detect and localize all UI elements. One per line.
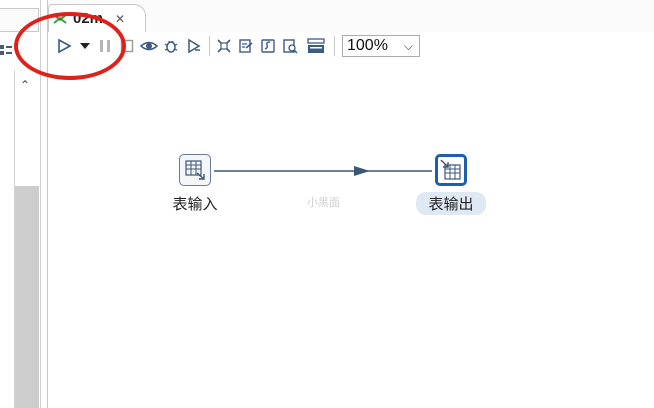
transformation-editor: 02m ✕ 100% ⌵ 表输入 表输出 小黑面 xyxy=(47,0,654,408)
table-output-icon[interactable] xyxy=(435,154,467,186)
step-label: 表输出 xyxy=(416,192,486,215)
hop-arrow-icon xyxy=(354,166,370,176)
close-icon[interactable]: ✕ xyxy=(115,12,125,26)
watermark: 小黑面 xyxy=(307,197,340,209)
left-panel-header xyxy=(0,8,39,32)
impact-icon[interactable] xyxy=(235,34,257,58)
scroll-up-icon[interactable]: ⌃ xyxy=(20,78,30,92)
tab-02m[interactable]: 02m ✕ xyxy=(48,4,146,32)
play-icon[interactable] xyxy=(52,34,76,58)
step-table-input[interactable]: 表输入 xyxy=(162,154,228,215)
transformation-toolbar: 100% ⌵ xyxy=(48,32,654,60)
toolbar-separator xyxy=(334,36,335,56)
replay-icon[interactable] xyxy=(182,34,206,58)
scrollbar-thumb[interactable] xyxy=(15,186,39,408)
eye-icon[interactable] xyxy=(138,34,160,58)
dropdown-arrow-icon[interactable] xyxy=(76,34,94,58)
panel-divider[interactable] xyxy=(40,0,47,408)
left-panel: ⌃ xyxy=(0,0,40,408)
chevron-down-icon: ⌵ xyxy=(403,38,413,53)
left-panel-scrollbar[interactable]: ⌃ xyxy=(14,70,39,408)
sql-icon[interactable] xyxy=(257,34,279,58)
explore-db-icon[interactable] xyxy=(279,34,301,58)
stop-icon[interactable] xyxy=(116,34,138,58)
verify-icon[interactable] xyxy=(213,34,235,58)
layout-icon[interactable] xyxy=(0,44,12,59)
step-table-output[interactable]: 表输出 xyxy=(416,154,486,215)
tab-title: 02m xyxy=(73,10,104,27)
zoom-value: 100% xyxy=(347,37,388,54)
transformation-canvas[interactable]: 表输入 表输出 小黑面 xyxy=(48,60,654,408)
tab-strip: 02m ✕ xyxy=(48,0,654,33)
zoom-select[interactable]: 100% ⌵ xyxy=(342,35,420,57)
step-label: 表输入 xyxy=(172,196,218,213)
toolbar-separator xyxy=(209,36,210,56)
pause-icon[interactable] xyxy=(94,34,116,58)
bug-icon[interactable] xyxy=(160,34,182,58)
transformation-icon xyxy=(53,13,67,24)
hop-layer xyxy=(214,166,432,176)
results-panel-icon[interactable] xyxy=(301,34,331,58)
table-input-icon[interactable] xyxy=(179,154,211,186)
